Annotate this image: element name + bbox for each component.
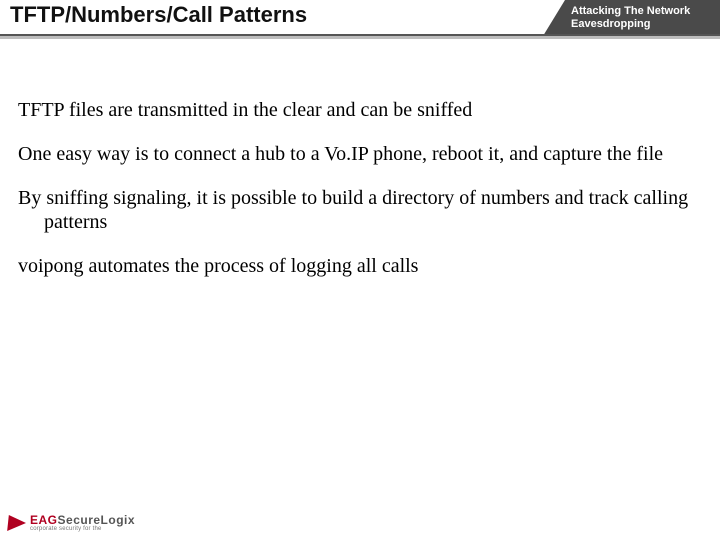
header-underline-shadow (0, 36, 720, 39)
tag-line2: Eavesdropping (571, 18, 650, 30)
logo-icon (7, 515, 27, 531)
section-tag: Attacking The NetworkEavesdropping (543, 0, 720, 36)
tag-text: Attacking The NetworkEavesdropping (565, 0, 720, 36)
footer-logo: EAGSecureLogix corporate security for th… (8, 513, 135, 532)
tag-line1: Attacking The Network (571, 5, 690, 17)
paragraph-2: One easy way is to connect a hub to a Vo… (18, 142, 714, 166)
logo-text: EAGSecureLogix (30, 513, 135, 527)
body-text: TFTP files are transmitted in the clear … (18, 98, 714, 298)
logo-part1: EAG (30, 513, 58, 527)
logo-part2: SecureLogix (58, 513, 136, 527)
logo-text-block: EAGSecureLogix corporate security for th… (30, 513, 135, 532)
header: TFTP/Numbers/Call Patterns Attacking The… (0, 0, 720, 36)
slide: TFTP/Numbers/Call Patterns Attacking The… (0, 0, 720, 540)
paragraph-3: By sniffing signaling, it is possible to… (18, 186, 714, 234)
tag-slant (543, 0, 565, 36)
paragraph-1: TFTP files are transmitted in the clear … (18, 98, 714, 122)
paragraph-4: voipong automates the process of logging… (18, 254, 714, 278)
slide-title: TFTP/Numbers/Call Patterns (10, 2, 307, 28)
